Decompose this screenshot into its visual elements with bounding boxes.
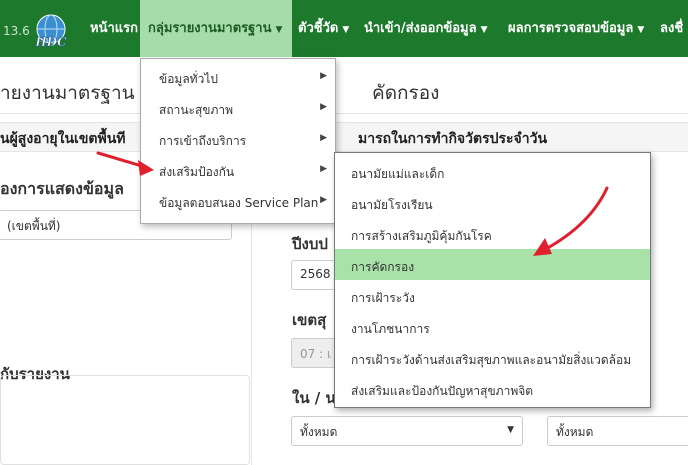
- nav-home[interactable]: หน้าแรก: [86, 0, 142, 57]
- menu-item-health-status[interactable]: สถานะสุขภาพ ▶: [141, 93, 335, 123]
- nav-import-export[interactable]: นำเข้า/ส่งออกข้อมูล ▼: [364, 0, 488, 57]
- district-select[interactable]: ทั้งหมด: [547, 416, 688, 446]
- divider: [0, 113, 688, 114]
- menu-item-service-plan[interactable]: ข้อมูลตอบสนอง Service Plan ▶: [141, 186, 335, 216]
- globe-logo-icon: HDC: [34, 14, 67, 49]
- caret-down-icon: ▼: [637, 25, 645, 35]
- caret-down-icon: ▼: [275, 25, 283, 35]
- menu-item-promotion-prevention[interactable]: ส่งเสริมป้องกัน ▶: [141, 155, 335, 185]
- submenu-arrow-icon: ▶: [320, 164, 327, 174]
- submenu-item-env-health[interactable]: การเฝ้าระวังด้านส่งเสริมสุขภาพและอนามัยส…: [335, 342, 650, 373]
- submenu-arrow-icon: ▶: [320, 195, 327, 205]
- caret-down-icon: ▼: [480, 25, 488, 35]
- province-select[interactable]: ทั้งหมด ▼: [291, 416, 523, 446]
- submenu-item-mental-health[interactable]: ส่งเสริมและป้องกันปัญหาสุขภาพจิต: [335, 373, 650, 404]
- page-title: ายงานมาตรฐาน: [0, 82, 135, 104]
- page-title-right: คัดกรอง: [372, 82, 440, 104]
- report-box: [0, 375, 250, 465]
- nav-indicators[interactable]: ตัวชี้วัด ▼: [298, 0, 349, 57]
- menu-item-service-access[interactable]: การเข้าถึงบริการ ▶: [141, 124, 335, 154]
- submenu-item-maternal-child[interactable]: อนามัยแม่และเด็ก: [335, 156, 650, 187]
- submenu-item-screening[interactable]: การคัดกรอง: [335, 249, 650, 280]
- subtitle-right: มารถในการทำกิจวัตรประจำวัน: [358, 131, 548, 147]
- top-navbar: 13.6 HDC หน้าแรก กลุ่มรายงานมาตรฐาน ▼ ตัว…: [0, 0, 688, 57]
- submenu-item-nutrition[interactable]: งานโภชนาการ: [335, 311, 650, 342]
- submenu-arrow-icon: ▶: [320, 102, 327, 112]
- caret-down-icon: ▼: [342, 25, 350, 35]
- promotion-prevention-submenu: อนามัยแม่และเด็ก อนามัยโรงเรียน การสร้าง…: [334, 152, 651, 408]
- subtitle-left: นผู้สูงอายุในเขตพื้นที: [0, 131, 126, 147]
- submenu-item-immunization[interactable]: การสร้างเสริมภูมิคุ้มกันโรค: [335, 218, 650, 249]
- submenu-item-school-health[interactable]: อนามัยโรงเรียน: [335, 187, 650, 218]
- standard-reports-dropdown: ข้อมูลทั่วไป ▶ สถานะสุขภาพ ▶ การเข้าถึงบริ…: [140, 58, 336, 224]
- nav-login[interactable]: ลงชื่: [660, 0, 683, 57]
- chevron-down-icon: ▼: [507, 425, 514, 435]
- region-label: เขตสุ: [292, 311, 327, 329]
- submenu-arrow-icon: ▶: [320, 71, 327, 81]
- logo-text: HDC: [34, 35, 67, 49]
- submenu-item-surveillance[interactable]: การเฝ้าระวัง: [335, 280, 650, 311]
- version-label: 13.6: [3, 24, 30, 38]
- nav-standard-reports[interactable]: กลุ่มรายงานมาตรฐาน ▼: [140, 0, 292, 57]
- menu-item-general-info[interactable]: ข้อมูลทั่วไป ▶: [141, 62, 335, 92]
- hdc-logo[interactable]: HDC: [30, 10, 72, 52]
- display-section-title: องการแสดงข้อมูล: [0, 179, 124, 198]
- nav-data-check[interactable]: ผลการตรวจสอบข้อมูล ▼: [508, 0, 644, 57]
- fiscal-year-label: ปีงบป: [292, 235, 328, 253]
- report-subtitle-bar: นผู้สูงอายุในเขตพื้นที มารถในการทำกิจวัต…: [0, 122, 688, 152]
- province-label: ใน / น: [292, 389, 336, 407]
- submenu-arrow-icon: ▶: [320, 133, 327, 143]
